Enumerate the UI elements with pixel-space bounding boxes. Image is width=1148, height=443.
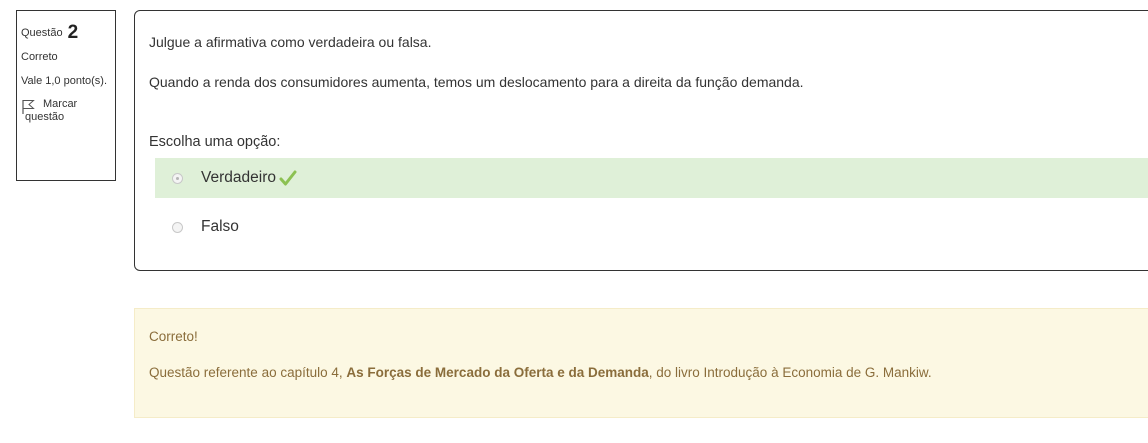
- question-info-box: Questão 2 Correto Vale 1,0 ponto(s). Mar…: [16, 10, 116, 181]
- question-number-value: 2: [67, 22, 79, 43]
- check-icon: [279, 170, 297, 186]
- feedback-box: Correto! Questão referente ao capítulo 4…: [134, 308, 1148, 418]
- feedback-text: Questão referente ao capítulo 4, As Forç…: [149, 365, 932, 380]
- flag-question-button[interactable]: Marcar questão: [21, 98, 115, 124]
- flag-label-line1: Marcar: [43, 98, 78, 110]
- flag-label-line2: questão: [25, 111, 65, 123]
- question-label: Questão: [21, 27, 63, 39]
- radio-verdadeiro[interactable]: [172, 172, 183, 184]
- question-text-line1: Julgue a afirmativa como verdadeira ou f…: [149, 34, 432, 50]
- feedback-text-after: , do livro Introdução à Economia de G. M…: [648, 365, 932, 380]
- question-number: Questão 2: [21, 22, 115, 43]
- feedback-chapter-title: As Forças de Mercado da Oferta e da Dema…: [346, 365, 649, 380]
- question-text-line2: Quando a renda dos consumidores aumenta,…: [149, 74, 804, 90]
- question-content: Julgue a afirmativa como verdadeira ou f…: [134, 10, 1148, 271]
- answer-label-falso: Falso: [201, 218, 239, 235]
- answer-option-falso[interactable]: Falso: [155, 207, 1148, 247]
- radio-falso[interactable]: [172, 221, 183, 233]
- answer-label-verdadeiro: Verdadeiro: [201, 169, 276, 186]
- feedback-text-before: Questão referente ao capítulo 4,: [149, 365, 347, 380]
- answer-prompt: Escolha uma opção:: [149, 134, 281, 150]
- answer-option-verdadeiro[interactable]: Verdadeiro: [155, 158, 1148, 198]
- question-grade: Vale 1,0 ponto(s).: [21, 75, 108, 87]
- feedback-title: Correto!: [149, 329, 198, 344]
- question-state: Correto: [21, 51, 58, 63]
